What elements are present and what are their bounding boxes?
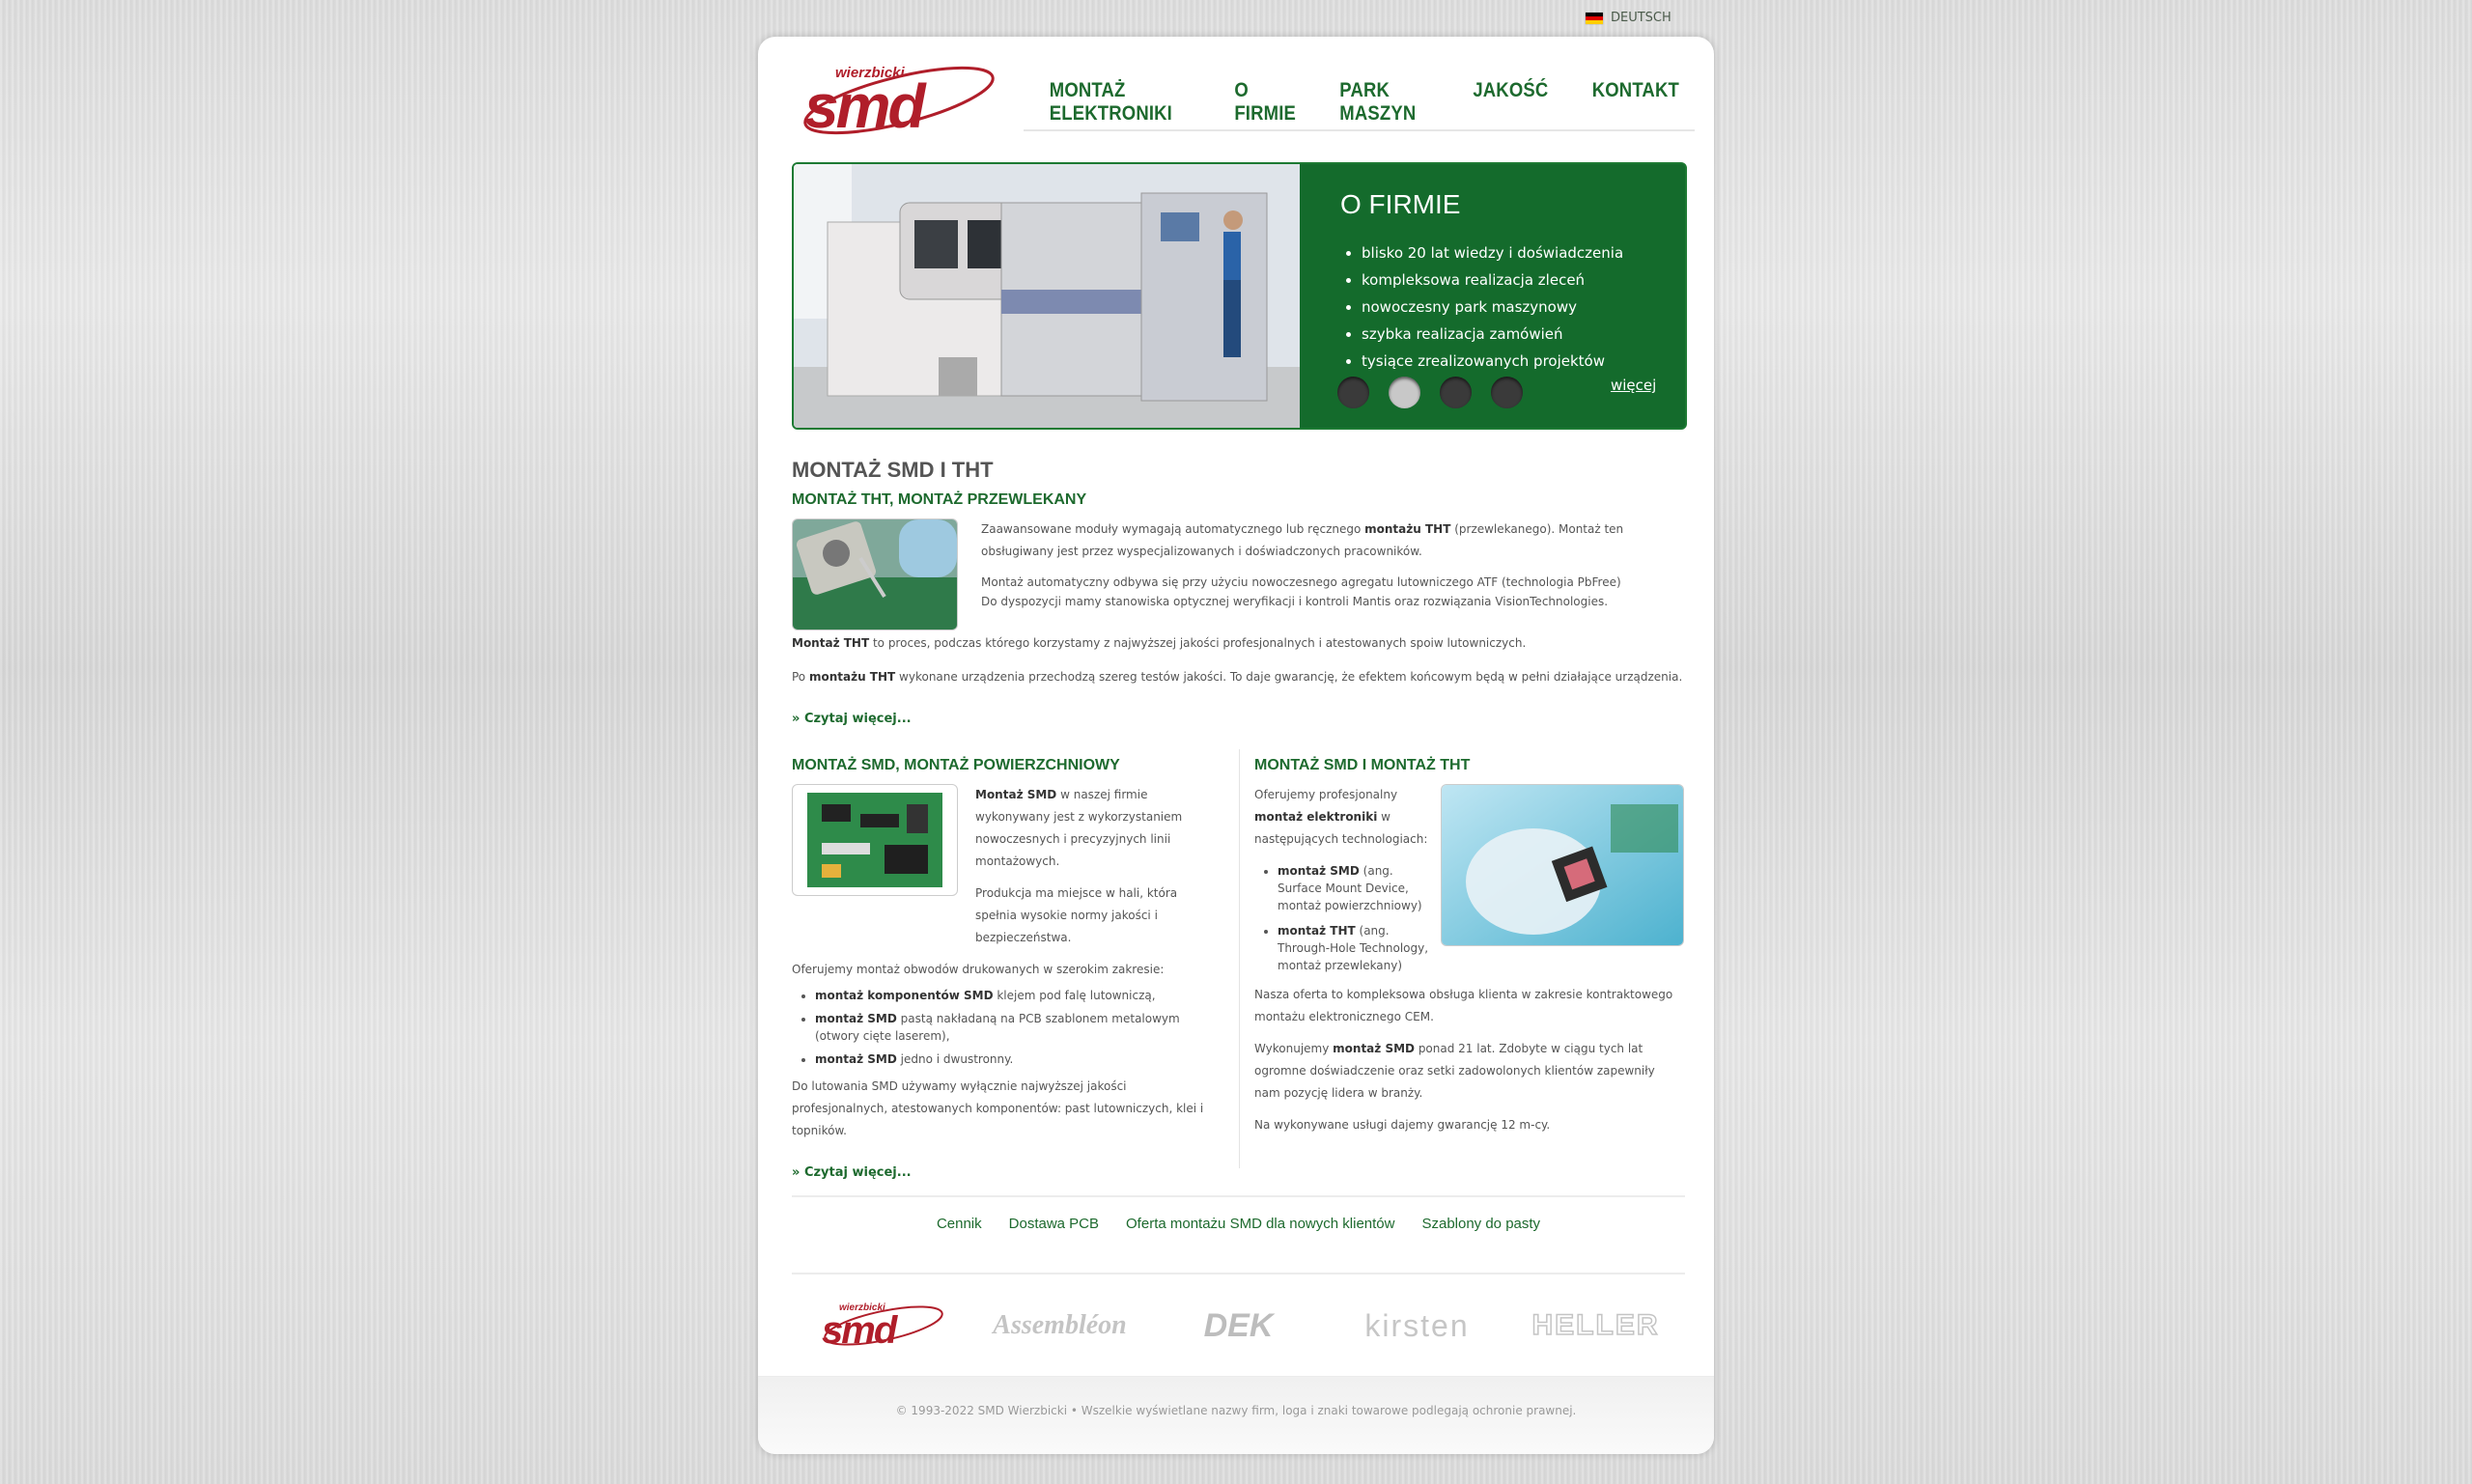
column-divider <box>1239 749 1240 1168</box>
footer-link-oferta[interactable]: Oferta montażu SMD dla nowych klientów <box>1126 1216 1394 1232</box>
tht-p4-c: wykonane urządzenia przechodzą szereg te… <box>895 670 1683 684</box>
banner-list-item: nowoczesny park maszynowy <box>1362 294 1623 321</box>
partner-logo-smd-wierzbicki[interactable]: wierzbicki smd <box>804 1297 959 1355</box>
partner-logo-dek[interactable]: DEK <box>1162 1297 1316 1355</box>
language-switch[interactable]: DEUTSCH <box>1586 11 1671 25</box>
smdtht-p1-a: Oferujemy profesjonalny <box>1254 788 1398 801</box>
smd-heading: MONTAŻ SMD, MONTAŻ POWIERZCHNIOWY <box>792 757 1120 773</box>
smd-tht-column: MONTAŻ SMD I MONTAŻ THT Oferujemy profes… <box>1254 755 1684 1184</box>
smd-list-item: montaż SMD pastą nakładaną na PCB szablo… <box>815 1010 1222 1045</box>
tht-heading: MONTAŻ THT, MONTAŻ PRZEWLEKANY <box>792 491 1087 508</box>
banner-title: O FIRMIE <box>1340 189 1461 219</box>
nav-kontakt[interactable]: KONTAKT <box>1577 79 1687 126</box>
nav-montaz-elektroniki[interactable]: MONTAŻ ELEKTRONIKI <box>1035 79 1203 126</box>
smd-list: montaż komponentów SMD klejem pod falę l… <box>792 987 1222 1068</box>
footer-link-dostawa-pcb[interactable]: Dostawa PCB <box>1009 1216 1099 1232</box>
smd-p2: Produkcja ma miejsce w hali, która spełn… <box>975 886 1178 944</box>
footer-divider-bottom <box>792 1273 1685 1274</box>
smdtht-list: montaż SMD (ang. Surface Mount Device, m… <box>1254 862 1429 974</box>
smdtht-list-item: montaż THT (ang. Through-Hole Technology… <box>1278 922 1429 974</box>
tht-p4-b: montażu THT <box>808 670 896 684</box>
pcb-board-image <box>792 784 958 896</box>
footer-divider-top <box>792 1195 1685 1197</box>
banner-list-item: szybka realizacja zamówień <box>1362 321 1623 348</box>
partner-logo-assembleon[interactable]: Assembléon <box>983 1297 1138 1355</box>
footer-link-cennik[interactable]: Cennik <box>937 1216 982 1232</box>
tht-thumbnail-image <box>792 518 958 630</box>
german-flag-icon <box>1586 12 1603 24</box>
slider-dot-2[interactable] <box>1389 377 1420 408</box>
slider-dots <box>1337 377 1523 408</box>
tht-p2-a: Montaż automatyczny odbywa się przy użyc… <box>981 575 1621 589</box>
banner-list: blisko 20 lat wiedzy i doświadczenia kom… <box>1340 239 1623 375</box>
banner-more-link[interactable]: więcej <box>1611 377 1656 394</box>
smd-p3: Oferujemy montaż obwodów drukowanych w s… <box>792 963 1165 976</box>
smdtht-p3-a: Wykonujemy <box>1254 1042 1334 1055</box>
nav-o-firmie[interactable]: O FIRMIE <box>1221 79 1311 126</box>
smd-p1-b: Montaż SMD <box>975 788 1057 801</box>
smdtht-p3-b: montaż SMD <box>1333 1042 1415 1055</box>
slider-dot-3[interactable] <box>1440 377 1472 408</box>
banner-list-item: tysiące zrealizowanych projektów <box>1362 348 1623 375</box>
tht-p4-a: Po <box>792 670 809 684</box>
nav-park-maszyn[interactable]: PARK MASZYN <box>1325 79 1443 126</box>
language-label: DEUTSCH <box>1611 11 1671 25</box>
chip-in-glove-image <box>1441 784 1684 946</box>
site-logo[interactable]: wierzbicki smd <box>791 58 999 145</box>
slider-dot-1[interactable] <box>1337 377 1369 408</box>
tht-p1-a: Zaawansowane moduły wymagają automatyczn… <box>981 522 1365 536</box>
slider-dot-4[interactable] <box>1491 377 1523 408</box>
footer-link-szablony[interactable]: Szablony do pasty <box>1421 1216 1540 1232</box>
hero-banner: O FIRMIE blisko 20 lat wiedzy i doświadc… <box>792 162 1687 430</box>
page-title: MONTAŻ SMD I THT <box>792 458 994 482</box>
smdtht-list-item: montaż SMD (ang. Surface Mount Device, m… <box>1278 862 1429 914</box>
smd-read-more-link[interactable]: Czytaj więcej... <box>792 1162 912 1184</box>
tht-p3-c: to proces, podczas którego korzystamy z … <box>869 636 1527 650</box>
smd-list-item: montaż SMD jedno i dwustronny. <box>815 1050 1222 1068</box>
tht-p3-b: Montaż THT <box>792 636 870 650</box>
smd-column: MONTAŻ SMD, MONTAŻ POWIERZCHNIOWY Montaż… <box>792 755 1222 1184</box>
page-card: wierzbicki smd MONTAŻ ELEKTRONIKI O FIRM… <box>758 37 1714 1454</box>
smdtht-p4: Na wykonywane usługi dajemy gwarancję 12… <box>1254 1118 1551 1132</box>
partner-logo-heller[interactable]: HELLER <box>1519 1297 1673 1355</box>
smdtht-p2: Nasza oferta to kompleksowa obsługa klie… <box>1254 988 1673 1023</box>
factory-machines-photo <box>794 164 1300 428</box>
copyright-text: © 1993-2022 SMD Wierzbicki • Wszelkie wy… <box>895 1404 1577 1417</box>
smd-p4: Do lutowania SMD używamy wyłącznie najwy… <box>792 1079 1204 1137</box>
nav-jakosc[interactable]: JAKOŚĆ <box>1458 79 1562 126</box>
logo-main-text: smd <box>804 71 928 141</box>
tht-p2-b: Do dyspozycji mamy stanowiska optycznej … <box>981 595 1609 608</box>
banner-panel: O FIRMIE blisko 20 lat wiedzy i doświadc… <box>1300 164 1685 428</box>
tht-read-more-link[interactable]: Czytaj więcej... <box>792 708 912 730</box>
smd-tht-heading: MONTAŻ SMD I MONTAŻ THT <box>1254 757 1471 773</box>
banner-list-item: kompleksowa realizacja zleceń <box>1362 266 1623 294</box>
smd-list-item: montaż komponentów SMD klejem pod falę l… <box>815 987 1222 1004</box>
tht-p1-b: montażu THT <box>1364 522 1451 536</box>
partner-logo-kirsten[interactable]: kirsten <box>1340 1297 1495 1355</box>
main-nav: MONTAŻ ELEKTRONIKI O FIRMIE PARK MASZYN … <box>1024 79 1695 131</box>
banner-list-item: blisko 20 lat wiedzy i doświadczenia <box>1362 239 1623 266</box>
svg-text:smd: smd <box>822 1309 899 1352</box>
smdtht-p1-b: montaż elektroniki <box>1254 810 1378 824</box>
footer-links: Cennik Dostawa PCB Oferta montażu SMD dl… <box>792 1216 1685 1232</box>
partner-logos: wierzbicki smd Assembléon DEK kirsten HE… <box>792 1282 1685 1369</box>
